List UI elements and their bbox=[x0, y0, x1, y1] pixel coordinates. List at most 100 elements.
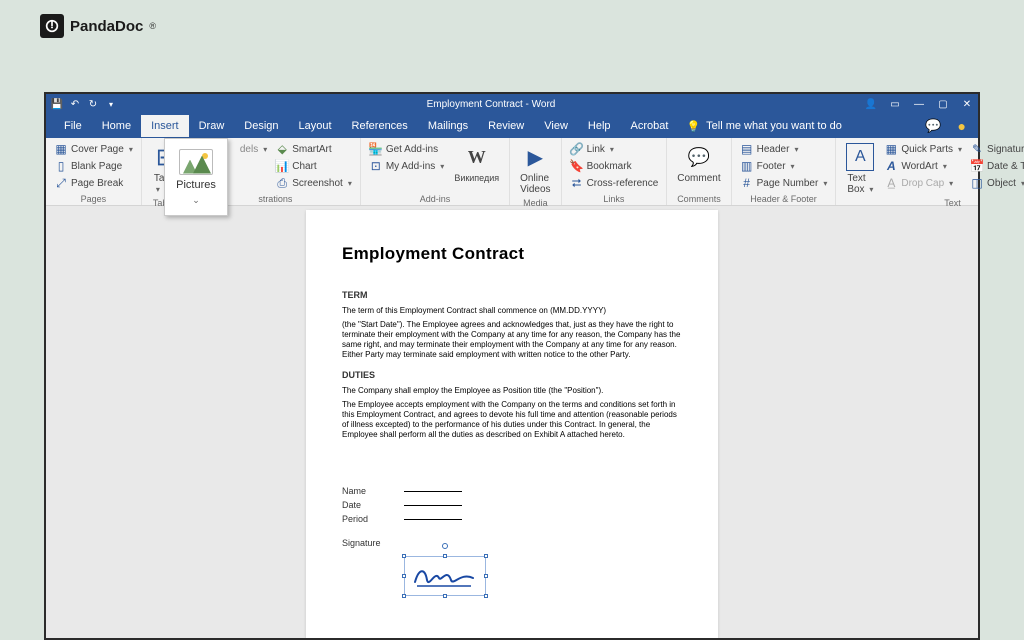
menu-acrobat[interactable]: Acrobat bbox=[621, 115, 679, 137]
resize-handle[interactable] bbox=[402, 574, 406, 578]
menu-file[interactable]: File bbox=[54, 115, 92, 137]
drop-cap-button[interactable]: A̲Drop Cap▾ bbox=[882, 175, 964, 191]
resize-handle[interactable] bbox=[484, 594, 488, 598]
save-icon[interactable]: 💾 bbox=[52, 99, 62, 109]
get-addins-button[interactable]: 🏪Get Add-ins bbox=[367, 141, 446, 157]
menu-help[interactable]: Help bbox=[578, 115, 621, 137]
ribbon-label-pages: Pages bbox=[52, 193, 135, 204]
ribbon-label-text: Text bbox=[842, 197, 1024, 208]
label-period: Period bbox=[342, 514, 390, 524]
qat-customize-icon[interactable]: ▾ bbox=[106, 99, 116, 109]
menu-mailings[interactable]: Mailings bbox=[418, 115, 478, 137]
pictures-flyout[interactable]: Pictures ⌄ bbox=[164, 138, 228, 216]
menu-design[interactable]: Design bbox=[234, 115, 288, 137]
screenshot-button[interactable]: ⎙Screenshot▾ bbox=[273, 175, 354, 191]
menu-draw[interactable]: Draw bbox=[189, 115, 235, 137]
menu-layout[interactable]: Layout bbox=[289, 115, 342, 137]
account-icon[interactable]: 👤 bbox=[866, 99, 876, 109]
label-date: Date bbox=[342, 500, 390, 510]
cover-page-button[interactable]: ▦Cover Page▾ bbox=[52, 141, 135, 157]
bookmark-button[interactable]: 🔖Bookmark bbox=[568, 158, 661, 174]
comment-icon: 💬 bbox=[685, 143, 713, 171]
ribbon-group-links: 🔗Link▾ 🔖Bookmark ⮂Cross-reference Links bbox=[562, 138, 668, 205]
quick-parts-button[interactable]: ▦Quick Parts▾ bbox=[882, 141, 964, 157]
titlebar: 💾 ↶ ↻ ▾ Employment Contract - Word 👤 ▭ —… bbox=[46, 94, 978, 114]
doc-title: Employment Contract bbox=[342, 244, 682, 264]
my-addins-button[interactable]: ⊡My Add-ins▾ bbox=[367, 158, 446, 174]
page-break-button[interactable]: ⤢Page Break bbox=[52, 175, 135, 191]
3d-models-button-partial[interactable]: dels▾ bbox=[238, 143, 269, 156]
text-box-button[interactable]: A TextBox ▾ bbox=[842, 141, 878, 197]
resize-handle[interactable] bbox=[484, 574, 488, 578]
ribbon-insert: ▦Cover Page▾ ▯Blank Page ⤢Page Break Pag… bbox=[46, 138, 978, 206]
ribbon-label-addins: Add-ins bbox=[367, 193, 503, 204]
link-icon: 🔗 bbox=[570, 142, 584, 156]
window-title: Employment Contract - Word bbox=[116, 99, 866, 110]
video-icon: ▶ bbox=[521, 143, 549, 171]
comment-button[interactable]: 💬 Comment bbox=[673, 141, 724, 193]
ribbon-group-comments: 💬 Comment Comments bbox=[667, 138, 731, 205]
cross-reference-button[interactable]: ⮂Cross-reference bbox=[568, 175, 661, 191]
smartart-button[interactable]: ⬙SmartArt bbox=[273, 141, 354, 157]
menubar: File Home Insert Draw Design Layout Refe… bbox=[46, 114, 978, 138]
wordart-icon: A bbox=[884, 159, 898, 173]
date-line bbox=[404, 505, 462, 506]
date-time-button[interactable]: 📅Date & Time bbox=[968, 158, 1024, 174]
word-window: 💾 ↶ ↻ ▾ Employment Contract - Word 👤 ▭ —… bbox=[44, 92, 980, 640]
blank-page-button[interactable]: ▯Blank Page bbox=[52, 158, 135, 174]
comments-pane-icon[interactable]: 💬 bbox=[925, 118, 941, 134]
resize-handle[interactable] bbox=[443, 594, 447, 598]
term-p1: The term of this Employment Contract sha… bbox=[342, 306, 682, 316]
ribbon-group-media: ▶ OnlineVideos Media bbox=[510, 138, 561, 205]
store-icon: 🏪 bbox=[369, 142, 383, 156]
tell-me-search[interactable]: 💡 Tell me what you want to do bbox=[678, 115, 849, 138]
minimize-icon[interactable]: — bbox=[914, 99, 924, 109]
redo-icon[interactable]: ↻ bbox=[88, 99, 98, 109]
quick-parts-icon: ▦ bbox=[884, 142, 898, 156]
maximize-icon[interactable]: ▢ bbox=[938, 99, 948, 109]
link-button[interactable]: 🔗Link▾ bbox=[568, 141, 661, 157]
wikipedia-button[interactable]: W Википедия bbox=[450, 141, 503, 193]
footer-button[interactable]: ▥Footer▾ bbox=[738, 158, 830, 174]
chevron-down-icon: ⌄ bbox=[192, 195, 200, 206]
menu-insert[interactable]: Insert bbox=[141, 115, 189, 137]
resize-handle[interactable] bbox=[402, 594, 406, 598]
object-button[interactable]: ◫Object▾ bbox=[968, 175, 1024, 191]
label-signature: Signature bbox=[342, 538, 390, 548]
signature-icon: ✎ bbox=[970, 142, 984, 156]
footer-icon: ▥ bbox=[740, 159, 754, 173]
page-number-button[interactable]: #Page Number▾ bbox=[738, 175, 830, 191]
menu-review[interactable]: Review bbox=[478, 115, 534, 137]
bulb-icon: 💡 bbox=[686, 120, 700, 133]
online-videos-button[interactable]: ▶ OnlineVideos bbox=[516, 141, 554, 197]
ribbon-options-icon[interactable]: ▭ bbox=[890, 99, 900, 109]
undo-icon[interactable]: ↶ bbox=[70, 99, 80, 109]
text-box-icon: A bbox=[846, 143, 874, 171]
menu-references[interactable]: References bbox=[342, 115, 418, 137]
signature-scribble-icon bbox=[411, 562, 479, 590]
resize-handle[interactable] bbox=[402, 554, 406, 558]
menu-home[interactable]: Home bbox=[92, 115, 141, 137]
signature-image-selected[interactable] bbox=[404, 556, 486, 596]
date-icon: 📅 bbox=[970, 159, 984, 173]
menu-view[interactable]: View bbox=[534, 115, 578, 137]
smartart-icon: ⬙ bbox=[275, 142, 289, 156]
document-canvas[interactable]: Employment Contract TERM The term of thi… bbox=[46, 206, 978, 638]
resize-handle[interactable] bbox=[443, 554, 447, 558]
duties-p2: The Employee accepts employment with the… bbox=[342, 400, 682, 440]
name-line bbox=[404, 491, 462, 492]
header-icon: ▤ bbox=[740, 142, 754, 156]
header-button[interactable]: ▤Header▾ bbox=[738, 141, 830, 157]
term-p2: (the "Start Date"). The Employee agrees … bbox=[342, 320, 682, 360]
resize-handle[interactable] bbox=[484, 554, 488, 558]
section-term-heading: TERM bbox=[342, 290, 682, 300]
rotate-handle[interactable] bbox=[442, 543, 448, 549]
signature-block: Name Date Period Signature bbox=[342, 486, 682, 548]
pandadoc-mark-icon bbox=[40, 14, 64, 38]
wordart-button[interactable]: AWordArt▾ bbox=[882, 158, 964, 174]
chart-button[interactable]: 📊Chart bbox=[273, 158, 354, 174]
screenshot-icon: ⎙ bbox=[275, 176, 289, 190]
signature-line-button[interactable]: ✎Signature Line▾ bbox=[968, 141, 1024, 157]
close-icon[interactable]: ✕ bbox=[962, 99, 972, 109]
notification-dot[interactable]: ● bbox=[958, 118, 966, 134]
